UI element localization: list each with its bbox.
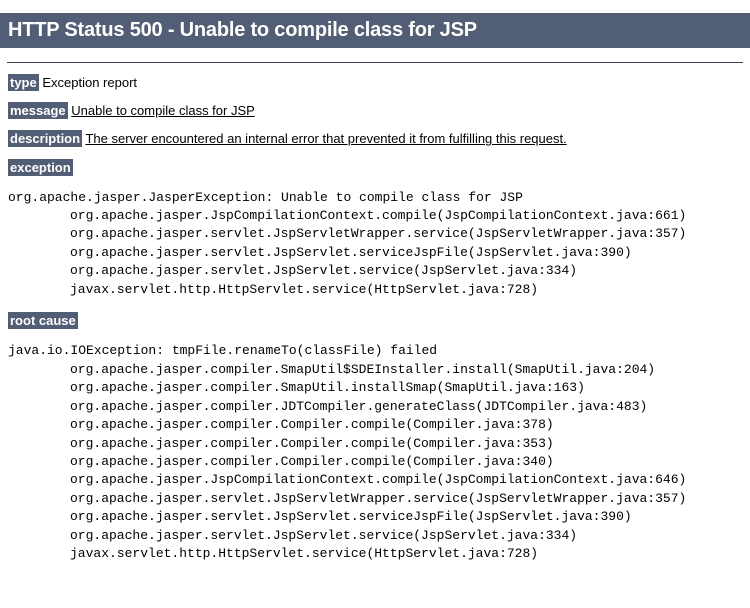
stack-trace-exception: org.apache.jasper.JasperException: Unabl… [8,189,750,300]
section-header-exception: exception [8,158,750,176]
field-label-type: type [8,73,39,91]
stack-trace-line: org.apache.jasper.JspCompilationContext.… [70,472,687,488]
field-label-description: description [8,130,83,148]
stack-trace-line: org.apache.jasper.compiler.Compiler.comp… [70,417,554,433]
stack-trace-line: org.apache.jasper.servlet.JspServlet.ser… [70,527,578,543]
stack-trace-line: org.apache.jasper.servlet.JspServlet.ser… [70,263,578,279]
field-row-description: description The server encountered an in… [8,130,750,148]
page-title: HTTP Status 500 - Unable to compile clas… [0,13,750,49]
section-header-root-cause: root cause [8,312,750,330]
section-label-root-cause: root cause [8,312,78,330]
stack-trace-line: org.apache.jasper.compiler.JDTCompiler.g… [70,398,648,414]
stack-trace-line: org.apache.jasper.servlet.JspServlet.ser… [70,509,632,525]
stack-trace-line: javax.servlet.http.HttpServlet.service(H… [70,546,539,562]
stack-trace-line: org.apache.jasper.servlet.JspServletWrap… [70,490,687,506]
stack-trace-line: org.apache.jasper.compiler.Compiler.comp… [70,453,554,469]
error-page: HTTP Status 500 - Unable to compile clas… [0,13,750,563]
field-label-message: message [8,102,68,120]
divider-top [7,61,743,63]
stack-trace-line: org.apache.jasper.JspCompilationContext.… [70,207,687,223]
field-value-type: Exception report [42,74,138,90]
stack-trace-line: org.apache.jasper.compiler.SmapUtil.inst… [70,380,585,396]
field-row-type: type Exception report [8,73,750,91]
field-list: type Exception report message Unable to c… [0,73,750,160]
field-value-description: The server encountered an internal error… [85,131,567,147]
field-value-message: Unable to compile class for JSP [71,103,255,119]
stack-trace-line: org.apache.jasper.compiler.Compiler.comp… [70,435,554,451]
sections-container: exception org.apache.jasper.JasperExcepti… [0,158,750,564]
stack-trace-line: org.apache.jasper.servlet.JspServletWrap… [70,226,687,242]
stack-trace-root-cause: java.io.IOException: tmpFile.renameTo(cl… [8,342,750,563]
stack-trace-line: org.apache.jasper.compiler.SmapUtil$SDEI… [70,361,656,377]
stack-trace-line: org.apache.jasper.JasperException: Unabl… [8,189,523,205]
field-row-message: message Unable to compile class for JSP [8,102,750,120]
stack-trace-line: javax.servlet.http.HttpServlet.service(H… [70,281,539,297]
stack-trace-line: java.io.IOException: tmpFile.renameTo(cl… [8,343,438,359]
section-label-exception: exception [8,158,73,176]
stack-trace-line: org.apache.jasper.servlet.JspServlet.ser… [70,244,632,260]
